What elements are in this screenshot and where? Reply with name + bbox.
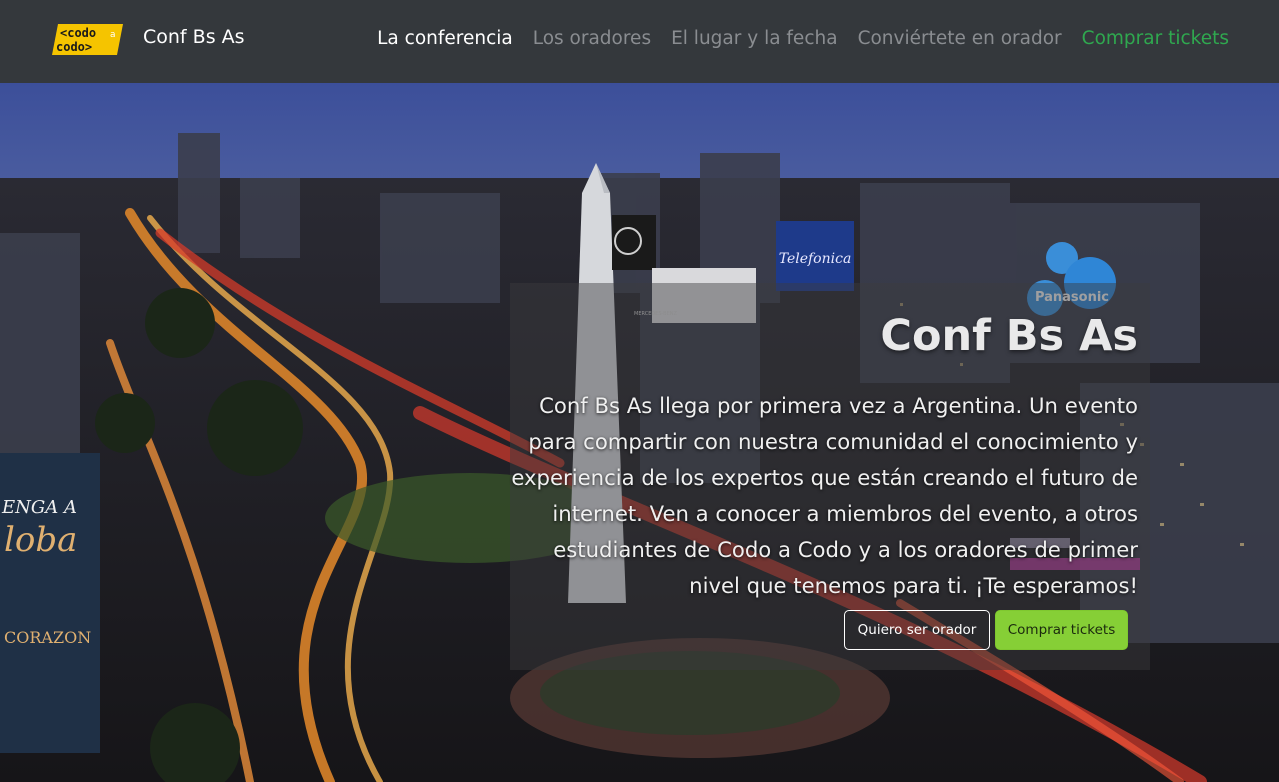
hero-description: Conf Bs As llega por primera vez a Argen… <box>511 393 1138 598</box>
nav-los-oradores[interactable]: Los oradores <box>533 28 651 49</box>
hero-title: Conf Bs As <box>880 311 1138 361</box>
brand-link[interactable]: <codo a codo> Conf Bs As <box>52 24 245 55</box>
buy-tickets-button[interactable]: Comprar tickets <box>995 610 1128 650</box>
nav-conviertete-orador[interactable]: Conviértete en orador <box>858 28 1062 49</box>
logo-line1: <codo <box>60 26 96 40</box>
brand-name: Conf Bs As <box>143 26 245 48</box>
codo-a-codo-logo: <codo a codo> <box>52 24 123 55</box>
logo-line2: codo> <box>56 40 92 54</box>
logo-line1-small: a <box>110 30 116 40</box>
navbar: <codo a codo> Conf Bs As La conferencia … <box>0 0 1279 83</box>
nav-links: La conferencia Los oradores El lugar y l… <box>377 28 1229 49</box>
sign-enga-a: ENGA A <box>1 497 77 518</box>
hero-section: Telefonica Panasonic ENGA A loba CORAZON… <box>0 83 1279 782</box>
nav-la-conferencia[interactable]: La conferencia <box>377 28 513 49</box>
sign-loba: loba <box>4 520 77 560</box>
nav-comprar-tickets[interactable]: Comprar tickets <box>1082 28 1229 49</box>
nav-lugar-fecha[interactable]: El lugar y la fecha <box>671 28 837 49</box>
speaker-button[interactable]: Quiero ser orador <box>844 610 990 650</box>
sign-telefonica: Telefonica <box>779 251 852 267</box>
sign-corazon: CORAZON <box>4 628 91 647</box>
